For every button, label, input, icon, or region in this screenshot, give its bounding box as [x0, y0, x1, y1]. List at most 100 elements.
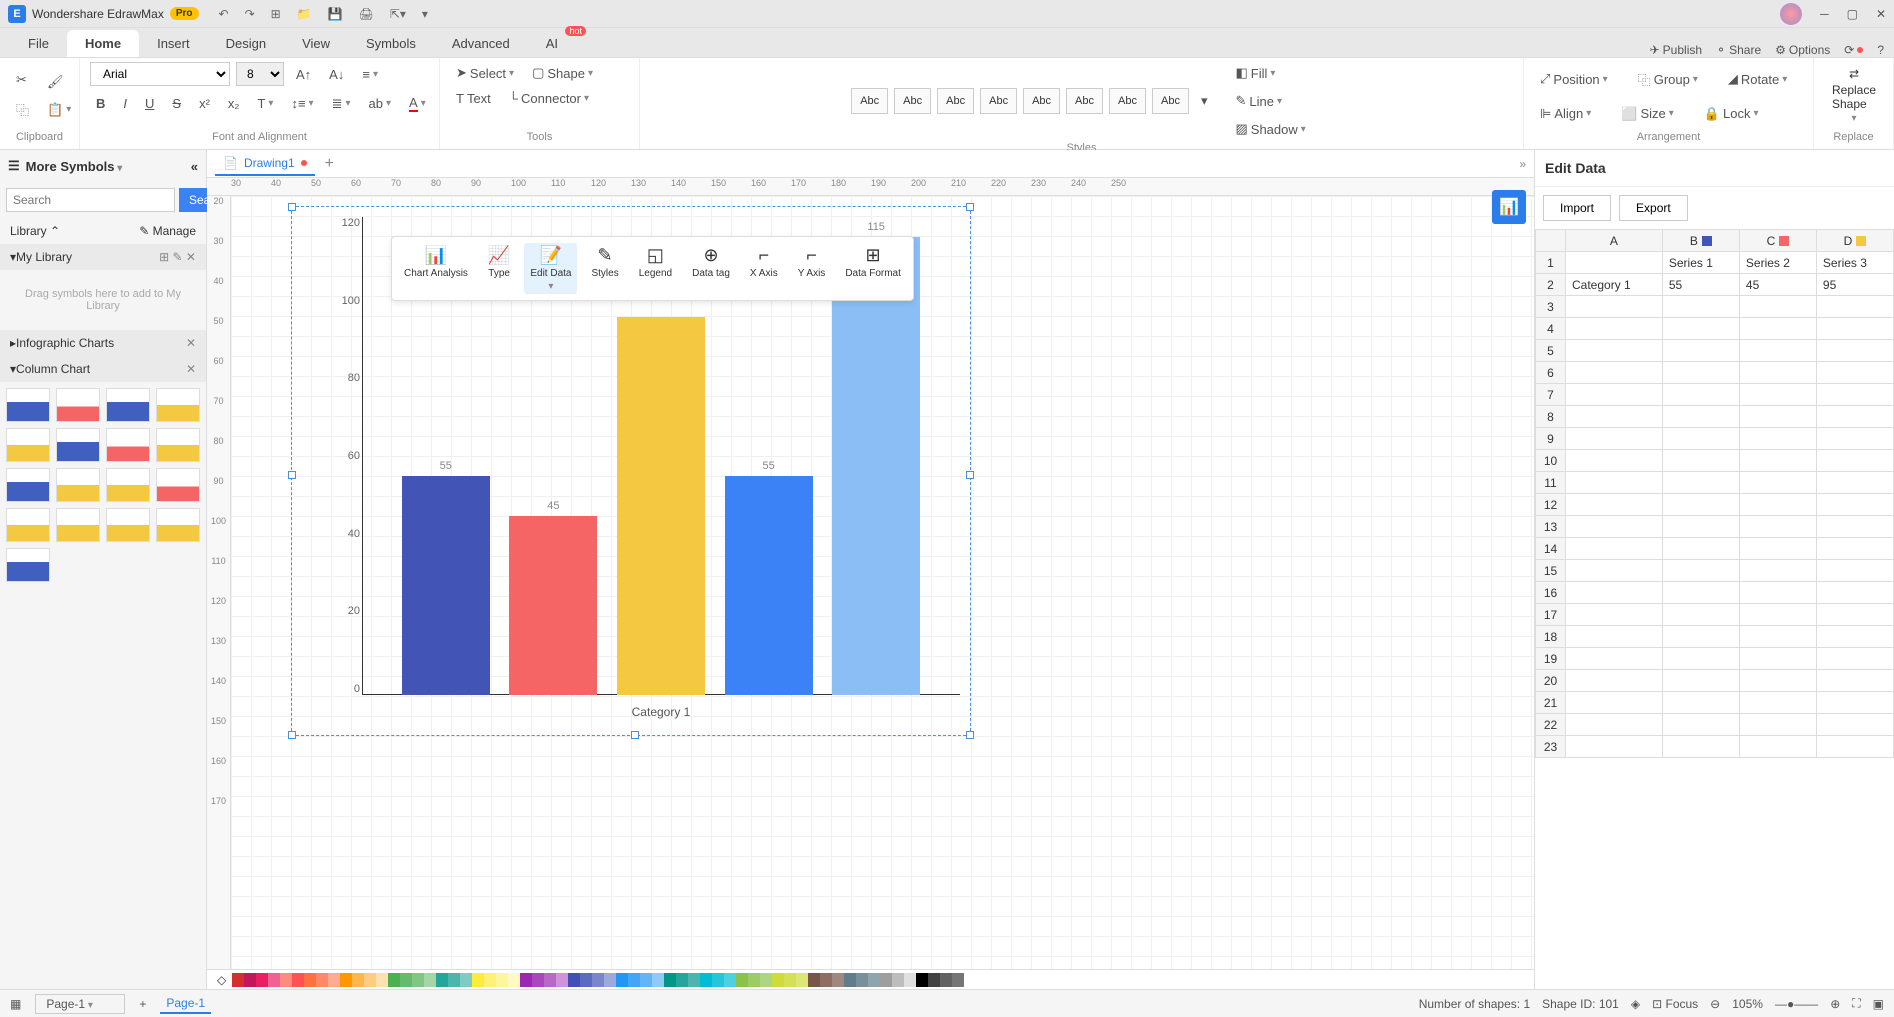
- data-cell[interactable]: [1816, 648, 1893, 670]
- chart-bar[interactable]: 45: [509, 516, 597, 695]
- style-more[interactable]: ▾: [1195, 90, 1214, 112]
- color-swatch[interactable]: [688, 973, 700, 987]
- data-cell[interactable]: Series 2: [1739, 252, 1816, 274]
- undo-button[interactable]: ↶: [219, 7, 229, 21]
- color-swatch[interactable]: [724, 973, 736, 987]
- data-cell[interactable]: [1662, 604, 1739, 626]
- data-cell[interactable]: [1662, 560, 1739, 582]
- color-swatch[interactable]: [364, 973, 376, 987]
- layout-icon[interactable]: ▦: [10, 997, 21, 1011]
- color-swatch[interactable]: [328, 973, 340, 987]
- data-cell[interactable]: [1662, 494, 1739, 516]
- fullscreen-icon[interactable]: ⛶: [1852, 996, 1860, 1011]
- data-cell[interactable]: [1816, 692, 1893, 714]
- data-cell[interactable]: [1662, 406, 1739, 428]
- data-cell[interactable]: [1566, 428, 1663, 450]
- chart-thumb[interactable]: [6, 428, 50, 462]
- color-swatch[interactable]: [256, 973, 268, 987]
- color-swatch[interactable]: [844, 973, 856, 987]
- chart-thumb[interactable]: [6, 508, 50, 542]
- my-library-section[interactable]: ▾ My Library ⊞ ✎ ✕: [0, 244, 206, 270]
- color-swatch[interactable]: [568, 973, 580, 987]
- rotate-button[interactable]: ◢ Rotate: [1722, 68, 1793, 90]
- position-button[interactable]: ⤢ Position: [1534, 68, 1614, 90]
- line-button[interactable]: ✎ Line: [1229, 90, 1311, 112]
- data-cell[interactable]: [1566, 538, 1663, 560]
- color-swatch[interactable]: [388, 973, 400, 987]
- data-cell[interactable]: [1816, 604, 1893, 626]
- color-swatch[interactable]: [592, 973, 604, 987]
- data-cell[interactable]: [1739, 340, 1816, 362]
- color-swatch[interactable]: [352, 973, 364, 987]
- paste-button[interactable]: 📋: [41, 99, 77, 121]
- data-cell[interactable]: [1739, 582, 1816, 604]
- color-swatch[interactable]: [820, 973, 832, 987]
- data-cell[interactable]: [1566, 252, 1663, 274]
- data-cell[interactable]: [1816, 340, 1893, 362]
- data-cell[interactable]: [1739, 714, 1816, 736]
- color-swatch[interactable]: [892, 973, 904, 987]
- color-swatch[interactable]: [232, 973, 244, 987]
- text-tool[interactable]: T Text: [450, 88, 497, 109]
- qat-more[interactable]: ▾: [422, 7, 428, 21]
- font-size-select[interactable]: 8: [236, 62, 284, 86]
- lock-button[interactable]: 🔒 Lock: [1698, 103, 1765, 125]
- data-cell[interactable]: [1566, 692, 1663, 714]
- expand-tabs-icon[interactable]: »: [1519, 157, 1526, 171]
- data-cell[interactable]: [1739, 428, 1816, 450]
- data-cell[interactable]: [1662, 472, 1739, 494]
- infographic-section[interactable]: ▸ Infographic Charts ✕: [0, 330, 206, 356]
- data-format-button[interactable]: ⊞Data Format: [839, 243, 907, 294]
- data-cell[interactable]: [1816, 384, 1893, 406]
- color-swatch[interactable]: [784, 973, 796, 987]
- format-painter-button[interactable]: 🖌: [41, 71, 77, 93]
- data-cell[interactable]: 45: [1739, 274, 1816, 296]
- fit-icon[interactable]: ▣: [1873, 997, 1884, 1011]
- data-cell[interactable]: [1816, 318, 1893, 340]
- align-button[interactable]: ≡: [356, 64, 384, 85]
- close-button[interactable]: ✕: [1876, 7, 1886, 21]
- chart-thumb[interactable]: [156, 468, 200, 502]
- color-swatch[interactable]: [376, 973, 388, 987]
- data-cell[interactable]: [1566, 560, 1663, 582]
- data-cell[interactable]: [1739, 450, 1816, 472]
- data-cell[interactable]: [1816, 626, 1893, 648]
- minimize-button[interactable]: ─: [1820, 7, 1829, 21]
- data-cell[interactable]: [1816, 296, 1893, 318]
- data-cell[interactable]: [1566, 626, 1663, 648]
- chart-thumb[interactable]: [56, 508, 100, 542]
- data-cell[interactable]: [1739, 318, 1816, 340]
- data-cell[interactable]: [1566, 472, 1663, 494]
- export-button[interactable]: Export: [1619, 195, 1688, 221]
- add-doc-tab[interactable]: +: [325, 155, 334, 173]
- tab-ai[interactable]: AI hot: [528, 30, 576, 57]
- italic-button[interactable]: I: [117, 93, 133, 114]
- data-cell[interactable]: [1566, 450, 1663, 472]
- data-cell[interactable]: [1739, 626, 1816, 648]
- strikethrough-button[interactable]: S: [166, 93, 187, 114]
- data-tag-button[interactable]: ⊕Data tag: [686, 243, 736, 294]
- data-cell[interactable]: [1566, 604, 1663, 626]
- data-cell[interactable]: [1566, 340, 1663, 362]
- data-cell[interactable]: [1566, 670, 1663, 692]
- data-cell[interactable]: [1739, 604, 1816, 626]
- data-cell[interactable]: [1739, 560, 1816, 582]
- color-swatch[interactable]: [940, 973, 952, 987]
- data-cell[interactable]: [1816, 450, 1893, 472]
- data-cell[interactable]: [1816, 362, 1893, 384]
- color-swatch[interactable]: [868, 973, 880, 987]
- user-avatar[interactable]: [1780, 3, 1802, 25]
- color-swatch[interactable]: [460, 973, 472, 987]
- copy-button[interactable]: ⿻: [10, 97, 35, 122]
- replace-shape-button[interactable]: ⇄Replace Shape: [1824, 63, 1884, 128]
- data-cell[interactable]: [1662, 582, 1739, 604]
- chart-thumb[interactable]: [156, 508, 200, 542]
- tab-file[interactable]: File: [10, 30, 67, 57]
- color-swatch[interactable]: [604, 973, 616, 987]
- x-axis-button[interactable]: ⌐X Axis: [744, 243, 784, 294]
- color-swatch[interactable]: [676, 973, 688, 987]
- data-cell[interactable]: [1816, 538, 1893, 560]
- options-button[interactable]: ⚙ Options: [1775, 43, 1830, 57]
- case-button[interactable]: T: [251, 93, 279, 114]
- cut-button[interactable]: ✂: [10, 69, 35, 91]
